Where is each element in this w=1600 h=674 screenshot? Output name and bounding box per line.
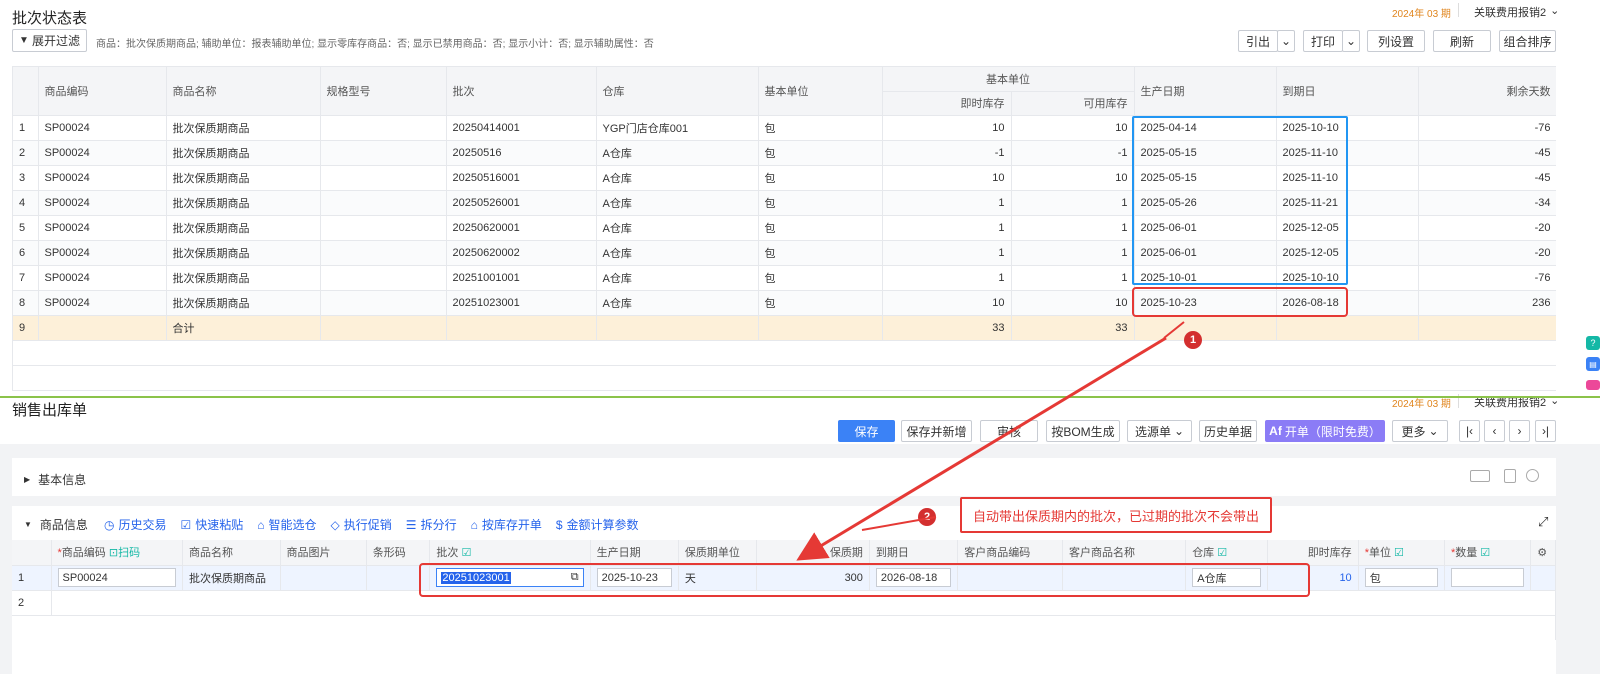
- arrow-badge1-to-row: [796, 336, 1167, 561]
- arrow-stub: [1163, 321, 1185, 339]
- arrow-badge2-line: [861, 516, 937, 531]
- annotation-arrows: [796, 321, 1185, 561]
